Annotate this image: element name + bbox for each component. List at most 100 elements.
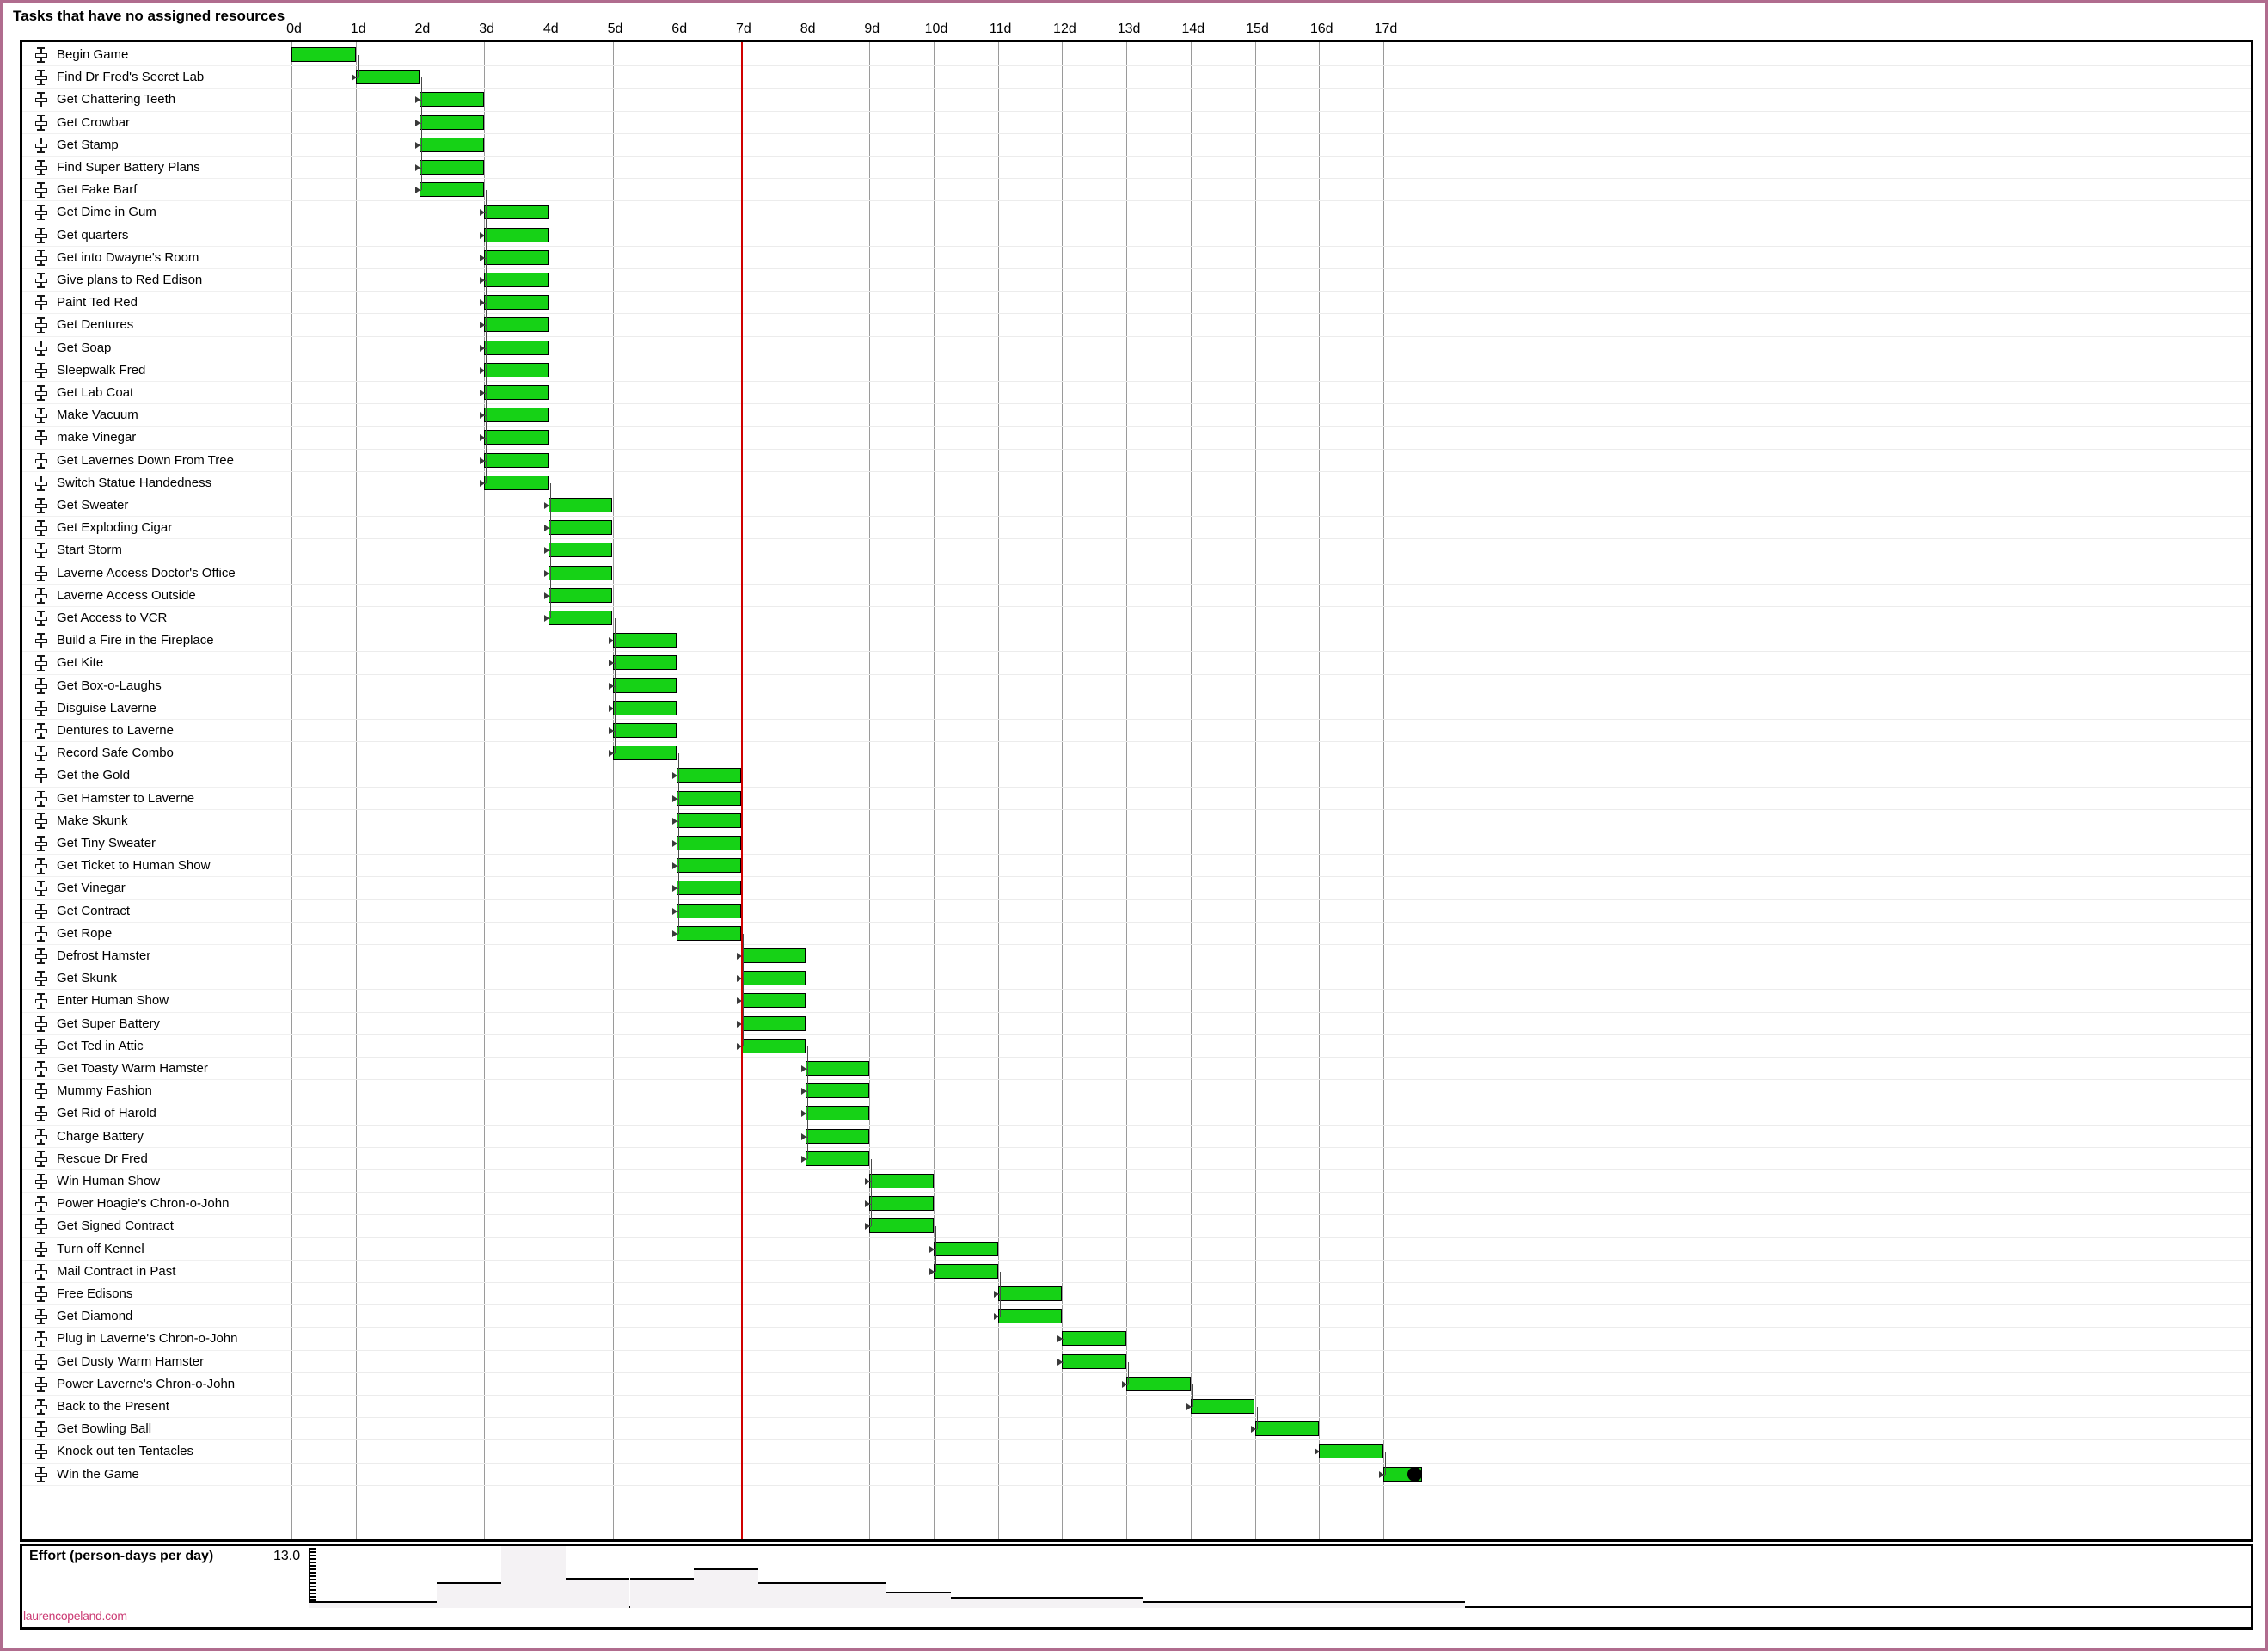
- gantt-bar[interactable]: [420, 182, 485, 198]
- gantt-bar[interactable]: [677, 881, 741, 896]
- task-row[interactable]: Get Dusty Warm Hamster: [22, 1351, 291, 1373]
- gantt-bar[interactable]: [997, 1309, 1063, 1324]
- task-row[interactable]: Laverne Access Doctor's Office: [22, 562, 291, 585]
- task-row[interactable]: Get Bowling Ball: [22, 1418, 291, 1441]
- gantt-bar[interactable]: [484, 362, 549, 377]
- task-row[interactable]: Start Storm: [22, 539, 291, 562]
- gantt-bar[interactable]: [484, 475, 549, 490]
- gantt-bar[interactable]: [484, 340, 549, 355]
- gantt-bar[interactable]: [805, 1083, 870, 1099]
- task-row[interactable]: Give plans to Red Edison: [22, 269, 291, 292]
- task-row[interactable]: Get into Dwayne's Room: [22, 247, 291, 269]
- gantt-bar[interactable]: [677, 925, 741, 941]
- gantt-bar[interactable]: [805, 1061, 870, 1076]
- gantt-bar[interactable]: [612, 633, 677, 648]
- task-row[interactable]: Disguise Laverne: [22, 697, 291, 720]
- gantt-bar[interactable]: [740, 948, 806, 963]
- gantt-bar[interactable]: [420, 92, 485, 107]
- task-row[interactable]: Knock out ten Tentacles: [22, 1440, 291, 1464]
- gantt-bar[interactable]: [484, 295, 549, 310]
- gantt-bar[interactable]: [869, 1218, 934, 1234]
- gantt-bar[interactable]: [612, 746, 677, 761]
- task-row[interactable]: Make Vacuum: [22, 404, 291, 427]
- task-row[interactable]: Mummy Fashion: [22, 1080, 291, 1103]
- task-row[interactable]: Get Ticket to Human Show: [22, 855, 291, 878]
- task-row[interactable]: Get Rid of Harold: [22, 1102, 291, 1126]
- task-row[interactable]: Get Stamp: [22, 134, 291, 157]
- gantt-bar[interactable]: [740, 993, 806, 1009]
- task-row[interactable]: make Vinegar: [22, 427, 291, 450]
- task-row[interactable]: Rescue Dr Fred: [22, 1148, 291, 1170]
- gantt-bar[interactable]: [869, 1196, 934, 1212]
- task-row[interactable]: Get Diamond: [22, 1305, 291, 1329]
- gantt-bar[interactable]: [1062, 1353, 1127, 1369]
- task-row[interactable]: Paint Ted Red: [22, 292, 291, 315]
- task-row[interactable]: Turn off Kennel: [22, 1238, 291, 1261]
- gantt-bar[interactable]: [484, 249, 549, 265]
- gantt-bar[interactable]: [484, 273, 549, 287]
- task-row[interactable]: Get Tiny Sweater: [22, 832, 291, 856]
- gantt-bar[interactable]: [1062, 1331, 1127, 1347]
- gantt-bar[interactable]: [612, 723, 677, 738]
- gantt-bar[interactable]: [997, 1286, 1063, 1301]
- task-row[interactable]: Get Lab Coat: [22, 382, 291, 405]
- task-row[interactable]: Get Dentures: [22, 314, 291, 337]
- task-row[interactable]: Defrost Hamster: [22, 945, 291, 968]
- gantt-bar[interactable]: [1126, 1376, 1191, 1391]
- gantt-bar[interactable]: [677, 790, 741, 806]
- task-row[interactable]: Charge Battery: [22, 1126, 291, 1148]
- gantt-bar[interactable]: [548, 565, 613, 580]
- task-row[interactable]: Win the Game: [22, 1464, 291, 1486]
- gantt-bar[interactable]: [548, 520, 613, 536]
- gantt-bar[interactable]: [548, 587, 613, 603]
- task-row[interactable]: Find Super Battery Plans: [22, 157, 291, 180]
- gantt-bar[interactable]: [291, 47, 356, 62]
- task-row[interactable]: Get Super Battery: [22, 1013, 291, 1035]
- gantt-bar[interactable]: [677, 813, 741, 828]
- gantt-bar[interactable]: [934, 1263, 998, 1279]
- task-row[interactable]: Get Exploding Cigar: [22, 517, 291, 540]
- task-row[interactable]: Get Access to VCR: [22, 607, 291, 630]
- task-row[interactable]: Get Vinegar: [22, 877, 291, 900]
- gantt-bar[interactable]: [740, 1016, 806, 1031]
- gantt-bar[interactable]: [484, 408, 549, 423]
- task-row[interactable]: Get Toasty Warm Hamster: [22, 1058, 291, 1081]
- gantt-bar[interactable]: [740, 1038, 806, 1053]
- gantt-bar[interactable]: [805, 1128, 870, 1144]
- task-row[interactable]: Build a Fire in the Fireplace: [22, 629, 291, 653]
- task-row[interactable]: Get Rope: [22, 923, 291, 945]
- task-row[interactable]: Get Ted in Attic: [22, 1035, 291, 1058]
- task-row[interactable]: Find Dr Fred's Secret Lab: [22, 66, 291, 89]
- task-row[interactable]: Get Crowbar: [22, 112, 291, 134]
- task-row[interactable]: Plug in Laverne's Chron-o-John: [22, 1328, 291, 1351]
- task-row[interactable]: Get Hamster to Laverne: [22, 788, 291, 810]
- gantt-bar[interactable]: [677, 768, 741, 783]
- task-row[interactable]: Dentures to Laverne: [22, 720, 291, 743]
- task-row[interactable]: Power Laverne's Chron-o-John: [22, 1373, 291, 1396]
- gantt-bar[interactable]: [484, 205, 549, 220]
- task-row[interactable]: Get Box-o-Laughs: [22, 675, 291, 697]
- gantt-bar[interactable]: [1190, 1399, 1255, 1414]
- task-row[interactable]: Get quarters: [22, 224, 291, 247]
- gantt-bar[interactable]: [420, 114, 485, 130]
- task-row[interactable]: Get the Gold: [22, 764, 291, 788]
- gantt-bar[interactable]: [420, 160, 485, 175]
- task-row[interactable]: Back to the Present: [22, 1396, 291, 1419]
- task-row[interactable]: Begin Game: [22, 44, 291, 67]
- task-row[interactable]: Enter Human Show: [22, 990, 291, 1013]
- task-row[interactable]: Get Contract: [22, 900, 291, 923]
- task-row[interactable]: Make Skunk: [22, 810, 291, 832]
- task-row[interactable]: Record Safe Combo: [22, 742, 291, 765]
- gantt-bar[interactable]: [612, 700, 677, 715]
- gantt-bar[interactable]: [548, 543, 613, 558]
- task-row[interactable]: Laverne Access Outside: [22, 585, 291, 607]
- task-row[interactable]: Mail Contract in Past: [22, 1261, 291, 1283]
- gantt-bar[interactable]: [355, 70, 420, 85]
- task-row[interactable]: Win Human Show: [22, 1170, 291, 1194]
- gantt-bar[interactable]: [805, 1151, 870, 1166]
- task-row[interactable]: Get Lavernes Down From Tree: [22, 450, 291, 472]
- task-row[interactable]: Switch Statue Handedness: [22, 472, 291, 494]
- gantt-bar[interactable]: [677, 903, 741, 918]
- gantt-bar[interactable]: [677, 858, 741, 874]
- gantt-bar[interactable]: [869, 1174, 934, 1188]
